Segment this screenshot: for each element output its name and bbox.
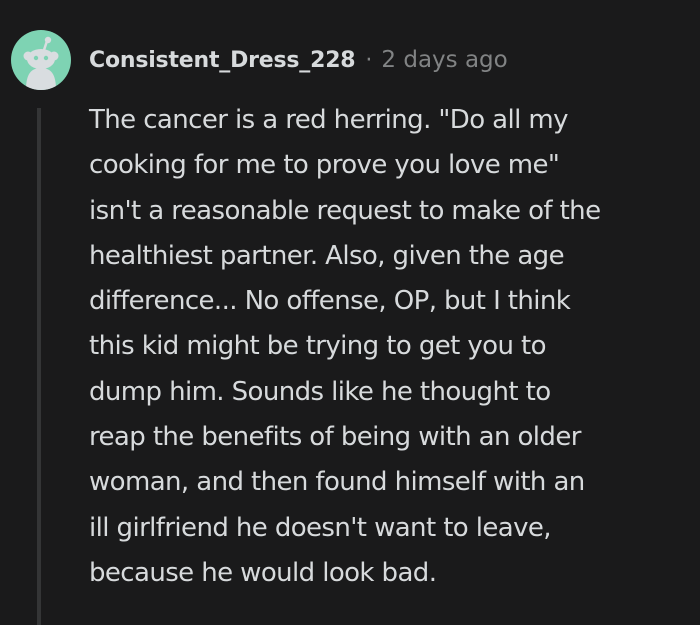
comment-body-line: healthiest partner. Also, given the age [89, 240, 565, 271]
comment-body-line: cooking for me to prove you love me" [89, 150, 560, 181]
comment-body-line: difference... No offense, OP, but I thin… [89, 286, 571, 317]
comment-body: The cancer is a red herring. "Do all my … [89, 98, 694, 596]
comment-body-line: woman, and then found himself with an [89, 467, 585, 498]
username-link[interactable]: Consistent_Dress_228 [89, 48, 356, 73]
comment: Consistent_Dress_228 · 2 days ago The ca… [0, 0, 700, 625]
meta-separator: · [365, 47, 373, 73]
comment-body-line: isn't a reasonable request to make of th… [89, 195, 601, 226]
snoo-avatar-icon [23, 36, 59, 90]
comment-body-line: reap the benefits of being with an older [89, 422, 581, 453]
comment-body-line: ill girlfriend he doesn't want to leave, [89, 512, 552, 543]
comment-body-line: because he would look bad. [89, 557, 437, 588]
comment-body-line: this kid might be trying to get you to [89, 331, 547, 362]
thread-collapse-line[interactable] [37, 108, 41, 625]
comment-timestamp[interactable]: 2 days ago [381, 47, 507, 73]
user-avatar[interactable] [11, 30, 71, 90]
comment-body-line: dump him. Sounds like he thought to [89, 376, 551, 407]
comment-header: Consistent_Dress_228 · 2 days ago [89, 42, 508, 78]
comment-body-line: The cancer is a red herring. "Do all my [89, 105, 569, 135]
